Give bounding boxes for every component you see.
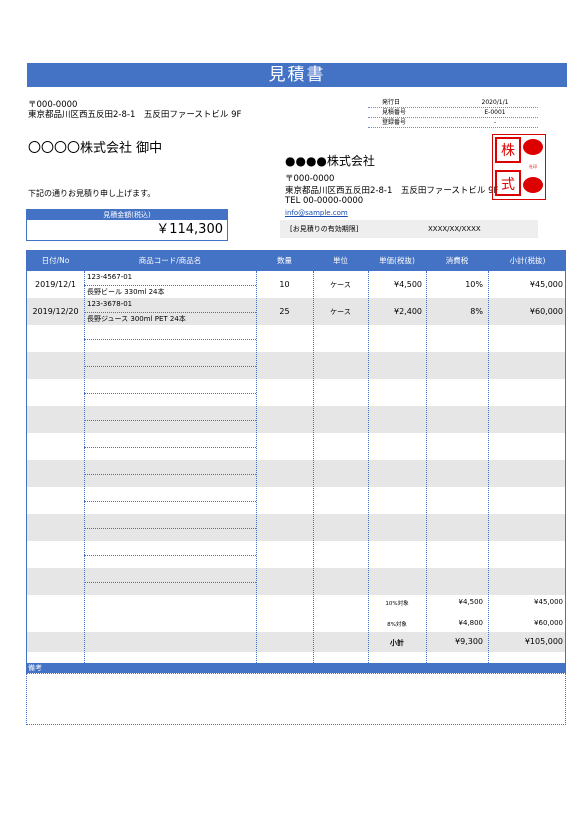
summary-10-tax: ¥4,500 xyxy=(458,598,484,606)
row1-qty: 10 xyxy=(279,280,290,289)
company-seal-stamp: 株 式 社印 xyxy=(492,134,546,200)
col-date: 日付/No xyxy=(41,256,70,265)
col-qty: 数量 xyxy=(277,256,292,265)
amount-label: 見積金額(税込) xyxy=(27,210,227,220)
row2-date: 2019/12/20 xyxy=(32,307,79,316)
issuer-name: ●●●●株式会社 xyxy=(285,154,375,168)
summary-8-subtotal: ¥60,000 xyxy=(534,619,563,627)
col-subtotal: 小計(税抜) xyxy=(509,256,546,265)
issuer-postal: 〒000-0000 xyxy=(285,174,335,184)
row1-code: 123-4567-01 xyxy=(87,273,133,281)
summary-8-label: 8%対象 xyxy=(387,622,407,628)
recipient-address: 東京都品川区西五反田2-8-1 五反田ファーストビル 9F xyxy=(28,110,242,120)
summary-total-tax: ¥9,300 xyxy=(455,637,483,646)
row2-qty: 25 xyxy=(279,307,290,316)
row2-unit: ケース xyxy=(330,308,351,316)
col-divider xyxy=(84,271,85,663)
meta-issue-date: 発行日 2020/1/1 xyxy=(368,98,538,108)
row1-unit: ケース xyxy=(330,281,351,289)
summary-10-subtotal: ¥45,000 xyxy=(534,598,563,606)
row2-subtotal: ¥60,000 xyxy=(529,307,563,316)
summary-total-subtotal: ¥105,000 xyxy=(524,637,563,646)
row2-code: 123-3678-01 xyxy=(87,300,133,308)
amount-box: 見積金額(税込) ￥114,300 xyxy=(26,209,228,241)
validity-label: [お見積りの有効期限] xyxy=(290,225,359,233)
svg-text:社印: 社印 xyxy=(529,163,537,169)
col-divider xyxy=(256,271,257,663)
summary-8-tax: ¥4,800 xyxy=(458,619,484,627)
issuer-tel: TEL 00-0000-0000 xyxy=(285,196,364,206)
row1-tax: 10% xyxy=(465,280,483,289)
col-price: 単価(税抜) xyxy=(379,256,415,265)
summary-10-label: 10%対象 xyxy=(385,601,409,607)
col-tax: 消費税 xyxy=(445,256,469,265)
line-items-table: 日付/No 商品コード/商品名 数量 単位 単価(税抜) 消費税 小計(税抜) … xyxy=(26,250,566,664)
table-header: 日付/No 商品コード/商品名 数量 単位 単価(税抜) 消費税 小計(税抜) xyxy=(27,251,565,271)
col-divider xyxy=(313,271,314,663)
document-title: 見積書 xyxy=(27,63,567,87)
row1-price: ¥4,500 xyxy=(394,280,422,289)
issuer-address: 東京都品川区西五反田2-8-1 五反田ファーストビル 9F xyxy=(285,186,499,196)
svg-text:株: 株 xyxy=(501,143,515,159)
validity-box: [お見積りの有効期限] XXXX/XX/XXXX xyxy=(280,220,538,238)
row1-name: 長野ビール 330ml 24本 xyxy=(87,288,165,296)
meta-estimate-number: 見積番号 E-0001 xyxy=(368,108,538,118)
col-item: 商品コード/商品名 xyxy=(138,256,202,265)
lead-text: 下記の通りお見積り申し上げます。 xyxy=(28,189,156,198)
issuer-email-link[interactable]: info@sample.com xyxy=(285,209,498,217)
notes-area[interactable] xyxy=(26,673,566,725)
issuer-block: ●●●●株式会社 〒000-0000 東京都品川区西五反田2-8-1 五反田ファ… xyxy=(285,152,498,217)
row2-price: ¥2,400 xyxy=(394,307,422,316)
row2-tax: 8% xyxy=(470,307,483,316)
amount-value: ￥114,300 xyxy=(156,222,223,237)
validity-value: XXXX/XX/XXXX xyxy=(428,225,481,233)
meta-table: 発行日 2020/1/1 見積番号 E-0001 登録番号 - xyxy=(368,98,538,128)
meta-registration-number: 登録番号 - xyxy=(368,118,538,128)
row1-subtotal: ¥45,000 xyxy=(529,280,563,289)
row-band xyxy=(27,632,565,652)
recipient-name: 〇〇〇〇株式会社 御中 xyxy=(28,141,163,156)
row2-name: 長野ジュース 300ml PET 24本 xyxy=(87,315,186,323)
row1-date: 2019/12/1 xyxy=(34,280,77,289)
notes-label: 備考 xyxy=(26,664,566,673)
summary-total-label: 小計 xyxy=(390,639,404,647)
svg-text:式: 式 xyxy=(501,177,515,193)
col-unit: 単位 xyxy=(333,256,348,265)
